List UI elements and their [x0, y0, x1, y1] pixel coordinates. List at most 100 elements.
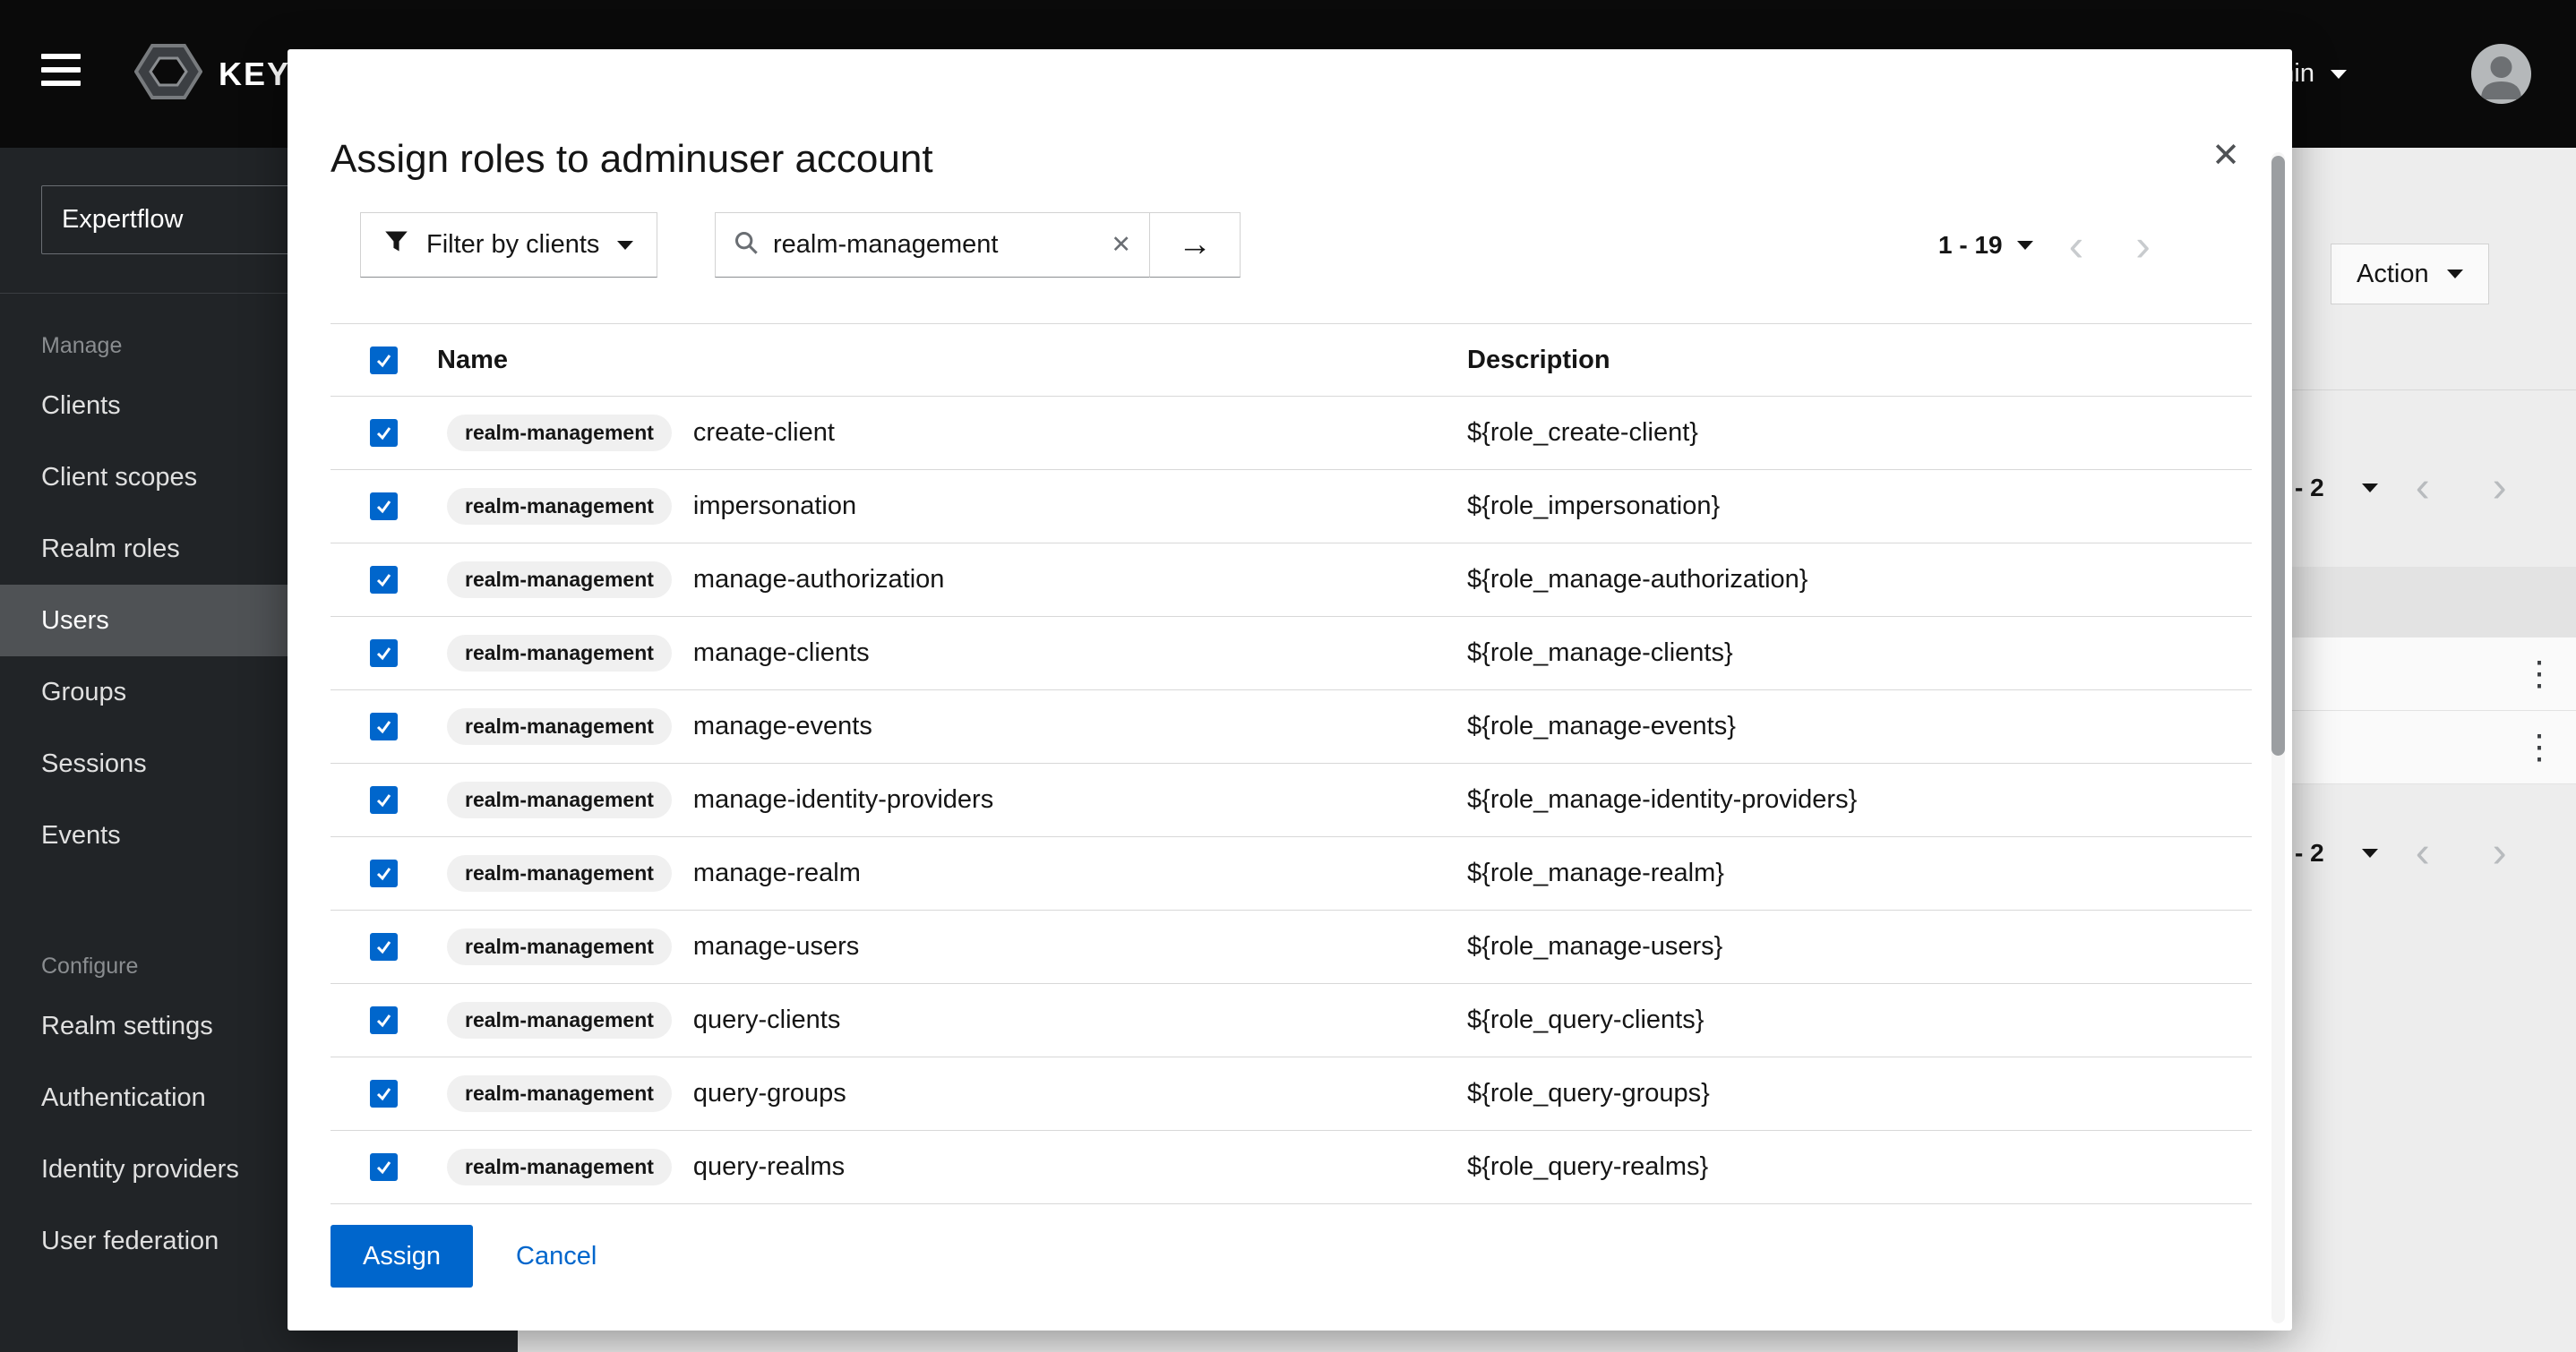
role-badge: realm-management: [447, 855, 672, 892]
role-name: manage-identity-providers: [693, 785, 993, 815]
roles-table: Name Description realm-management create…: [331, 323, 2252, 1204]
role-name: manage-clients: [693, 638, 870, 668]
column-header-name: Name: [437, 346, 508, 375]
row-checkbox[interactable]: [370, 566, 398, 594]
role-badge: realm-management: [447, 1075, 672, 1112]
role-description: ${role_manage-identity-providers}: [1467, 785, 2252, 815]
row-checkbox[interactable]: [370, 1153, 398, 1181]
filter-icon: [384, 229, 408, 261]
role-badge: realm-management: [447, 561, 672, 598]
role-badge: realm-management: [447, 928, 672, 965]
search-box: ✕: [715, 212, 1150, 278]
modal-scrollbar-track[interactable]: [2271, 152, 2285, 1323]
role-name: impersonation: [693, 492, 856, 521]
role-description: ${role_manage-events}: [1467, 712, 2252, 741]
role-name: query-clients: [693, 1005, 840, 1035]
next-page-icon[interactable]: ›: [2493, 832, 2507, 875]
table-row: realm-management query-realms ${role_que…: [331, 1131, 2252, 1204]
row-checkbox[interactable]: [370, 1080, 398, 1108]
role-name: create-client: [693, 418, 835, 448]
table-row: realm-management query-groups ${role_que…: [331, 1057, 2252, 1131]
row-checkbox[interactable]: [370, 786, 398, 814]
role-badge: realm-management: [447, 488, 672, 525]
table-row: realm-management manage-clients ${role_m…: [331, 617, 2252, 690]
table-row: realm-management manage-events ${role_ma…: [331, 690, 2252, 764]
chevron-down-icon: [2362, 483, 2378, 492]
row-checkbox[interactable]: [370, 492, 398, 520]
background-pagination-upper: - 2 ‹ ›: [2295, 466, 2507, 509]
role-name: manage-events: [693, 712, 872, 741]
chevron-down-icon: [617, 241, 633, 250]
role-description: ${role_query-groups}: [1467, 1079, 2252, 1108]
pagination-range[interactable]: - 2: [2295, 474, 2324, 502]
table-row: realm-management create-client ${role_cr…: [331, 397, 2252, 470]
assign-roles-modal: Assign roles to adminuser account ✕ Filt…: [288, 49, 2292, 1331]
modal-toolbar: Filter by clients ✕ → 1 - 19 ‹ ›: [288, 212, 2292, 278]
realm-name: Expertflow: [62, 205, 183, 235]
role-badge: realm-management: [447, 708, 672, 745]
table-row: realm-management query-clients ${role_qu…: [331, 984, 2252, 1057]
row-checkbox[interactable]: [370, 639, 398, 667]
search-input[interactable]: [773, 230, 1096, 260]
roles-table-body: realm-management create-client ${role_cr…: [331, 397, 2252, 1204]
cancel-button[interactable]: Cancel: [516, 1242, 597, 1271]
next-page-icon[interactable]: ›: [2119, 223, 2167, 268]
table-header-row: Name Description: [331, 323, 2252, 397]
role-description: ${role_manage-authorization}: [1467, 565, 2252, 595]
search-submit-button[interactable]: →: [1150, 212, 1241, 278]
avatar[interactable]: [2471, 44, 2531, 104]
pagination-range-dropdown[interactable]: 1 - 19: [1938, 231, 2033, 260]
previous-page-icon[interactable]: ‹: [2416, 466, 2430, 509]
background-pagination-lower: - 2 ‹ ›: [2295, 832, 2507, 875]
row-checkbox[interactable]: [370, 1006, 398, 1034]
role-badge: realm-management: [447, 1149, 672, 1185]
assign-button[interactable]: Assign: [331, 1225, 473, 1288]
table-row: realm-management manage-authorization ${…: [331, 543, 2252, 617]
close-icon[interactable]: ✕: [2211, 139, 2240, 173]
role-badge: realm-management: [447, 635, 672, 672]
chevron-down-icon: [2362, 849, 2378, 858]
role-badge: realm-management: [447, 1002, 672, 1039]
pagination-range[interactable]: - 2: [2295, 839, 2324, 868]
clear-search-icon[interactable]: ✕: [1111, 233, 1131, 257]
role-name: manage-realm: [693, 859, 861, 888]
table-row: realm-management manage-realm ${role_man…: [331, 837, 2252, 911]
filter-dropdown-label: Filter by clients: [426, 230, 599, 260]
table-row: realm-management manage-identity-provide…: [331, 764, 2252, 837]
table-row: realm-management impersonation ${role_im…: [331, 470, 2252, 543]
role-description: ${role_manage-realm}: [1467, 859, 2252, 888]
modal-title: Assign roles to adminuser account: [331, 137, 933, 182]
search-icon: [734, 230, 759, 260]
hamburger-menu-icon[interactable]: [41, 54, 81, 94]
action-dropdown-button[interactable]: Action: [2331, 244, 2489, 304]
row-checkbox[interactable]: [370, 933, 398, 961]
chevron-down-icon: [2331, 70, 2347, 79]
role-name: manage-users: [693, 932, 859, 962]
role-description: ${role_query-realms}: [1467, 1152, 2252, 1182]
modal-scrollbar-thumb[interactable]: [2271, 156, 2285, 756]
role-name: manage-authorization: [693, 565, 945, 595]
chevron-down-icon: [2017, 241, 2033, 250]
action-dropdown-label: Action: [2357, 260, 2429, 289]
chevron-down-icon: [2447, 270, 2463, 278]
next-page-icon[interactable]: ›: [2493, 466, 2507, 509]
role-search: ✕ →: [715, 212, 1241, 278]
row-checkbox[interactable]: [370, 860, 398, 887]
kebab-menu-icon[interactable]: ⋮: [2522, 637, 2556, 711]
row-checkbox[interactable]: [370, 713, 398, 740]
select-all-checkbox[interactable]: [370, 347, 398, 374]
role-badge: realm-management: [447, 415, 672, 451]
pagination-range-label: 1 - 19: [1938, 231, 2003, 260]
kebab-menu-icon[interactable]: ⋮: [2522, 711, 2556, 784]
filter-by-clients-dropdown[interactable]: Filter by clients: [360, 212, 657, 278]
column-header-description: Description: [1467, 346, 2252, 375]
row-checkbox[interactable]: [370, 419, 398, 447]
role-name: query-realms: [693, 1152, 845, 1182]
role-description: ${role_manage-clients}: [1467, 638, 2252, 668]
table-row: realm-management manage-users ${role_man…: [331, 911, 2252, 984]
keycloak-logo-icon: [134, 42, 202, 106]
role-description: ${role_manage-users}: [1467, 932, 2252, 962]
role-description: ${role_impersonation}: [1467, 492, 2252, 521]
previous-page-icon[interactable]: ‹: [2416, 832, 2430, 875]
previous-page-icon[interactable]: ‹: [2053, 223, 2100, 268]
